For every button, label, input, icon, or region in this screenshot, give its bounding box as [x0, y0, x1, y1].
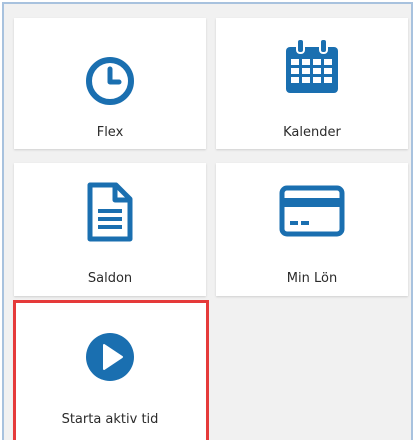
calendar-icon — [286, 38, 338, 93]
credit-card-icon — [279, 185, 345, 237]
tile-label: Saldon — [87, 271, 133, 286]
tile-label: Starta aktiv tid — [61, 412, 159, 427]
tile-min-lon[interactable]: Min Lön — [216, 163, 408, 296]
document-icon — [87, 182, 133, 242]
play-icon — [86, 333, 134, 381]
tile-saldon[interactable]: Saldon — [14, 163, 206, 296]
tile-starta-aktiv-tid[interactable]: Starta aktiv tid — [14, 302, 206, 440]
app-frame: Flex Kalender Saldon Min Lön Starta akti… — [2, 2, 413, 440]
tile-label: Min Lön — [286, 271, 338, 286]
tile-flex[interactable]: Flex — [14, 18, 206, 149]
tile-kalender[interactable]: Kalender — [216, 18, 408, 149]
tile-label: Flex — [96, 125, 124, 140]
tile-label: Kalender — [283, 125, 341, 140]
clock-icon — [86, 57, 134, 105]
